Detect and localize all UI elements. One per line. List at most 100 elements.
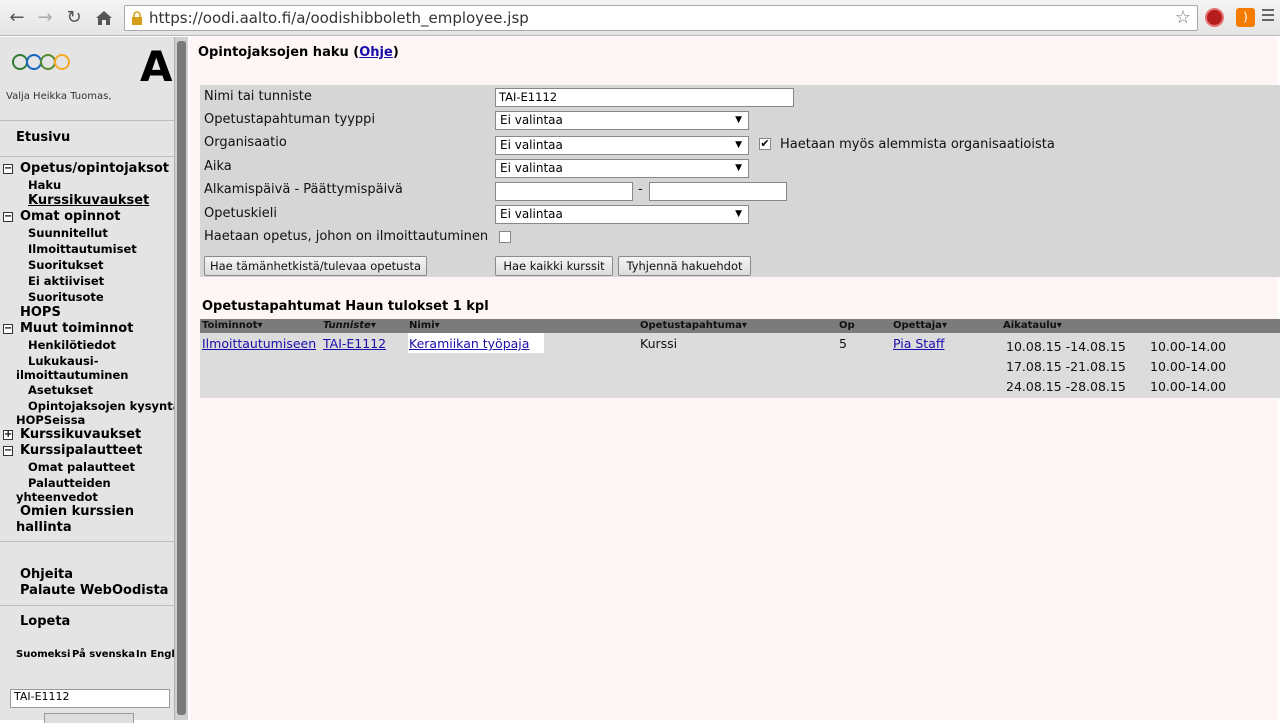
expand-icon[interactable]: + <box>3 430 13 440</box>
nav-logout[interactable]: Lopeta <box>20 614 70 629</box>
sidebar-search-input[interactable]: TAI-E1112 <box>10 689 170 708</box>
nav-section-course-descriptions[interactable]: Kurssikuvaukset <box>20 427 141 442</box>
divider <box>0 156 174 157</box>
home-icon[interactable] <box>92 6 116 30</box>
lang-select[interactable]: Ei valintaa ▼ <box>495 205 749 224</box>
course-name-link[interactable]: Keramiikan työpaja <box>409 336 529 351</box>
nav-section-other[interactable]: Muut toiminnot <box>20 321 133 336</box>
lock-icon <box>132 11 142 25</box>
sidebar: A Valja Heikka Tuomas, Etusivu − Opetus/… <box>0 37 188 723</box>
menu-icon[interactable] <box>1262 9 1274 24</box>
nav-section-own-studies[interactable]: Omat opinnot <box>20 209 120 224</box>
url-text: https://oodi.aalto.fi/a/oodishibboleth_e… <box>149 9 529 27</box>
schedule-time: 10.00-14.00 <box>1150 339 1227 354</box>
header-type[interactable]: Opetustapahtuma▾ <box>640 320 747 331</box>
header-credits[interactable]: Op <box>839 320 855 331</box>
nav-section-teaching[interactable]: Opetus/opintojaksot <box>20 161 169 176</box>
schedule-dates: 24.08.15 -28.08.15 <box>1006 379 1126 394</box>
dates-label: Alkamispäivä - Päättymispäivä <box>204 182 403 197</box>
nav-help[interactable]: Ohjeita <box>20 567 73 582</box>
nav-own-courses-cont[interactable]: hallinta <box>16 520 72 535</box>
nav-hops[interactable]: HOPS <box>20 305 61 320</box>
start-date-input[interactable] <box>495 182 633 201</box>
nav-item-registrations[interactable]: Ilmoittautumiset <box>28 242 137 256</box>
sub-orgs-label: Haetaan myös alemmista organisaatioista <box>780 137 1055 152</box>
scrollbar-thumb[interactable] <box>177 41 186 715</box>
collapse-icon[interactable]: − <box>3 164 13 174</box>
name-input[interactable]: TAI-E1112 <box>495 88 794 107</box>
nav-item-term-registration-cont[interactable]: ilmoittautuminen <box>16 368 128 382</box>
schedule-dates: 10.08.15 -14.08.15 <box>1006 339 1126 354</box>
course-code-link[interactable]: TAI-E1112 <box>323 336 386 351</box>
nav-front-page[interactable]: Etusivu <box>16 130 70 145</box>
address-bar[interactable]: https://oodi.aalto.fi/a/oodishibboleth_e… <box>124 5 1198 31</box>
reload-icon[interactable]: ↻ <box>62 6 86 30</box>
nav-item-feedback-summaries-cont[interactable]: yhteenvedot <box>16 490 98 504</box>
type-select[interactable]: Ei valintaa ▼ <box>495 111 749 130</box>
help-link[interactable]: Ohje <box>359 45 393 60</box>
nav-item-completions[interactable]: Suoritukset <box>28 258 103 272</box>
nav-feedback[interactable]: Palaute WebOodista <box>20 583 168 598</box>
collapse-icon[interactable]: − <box>3 212 13 222</box>
lang-english[interactable]: In Engli <box>136 649 174 660</box>
dropdown-arrow-icon: ▼ <box>735 140 742 150</box>
sub-orgs-checkbox[interactable]: ✔ <box>759 138 771 150</box>
register-link[interactable]: Ilmoittautumiseen <box>202 336 316 351</box>
dropdown-arrow-icon: ▼ <box>735 163 742 173</box>
collapse-icon[interactable]: − <box>3 324 13 334</box>
extension-icon[interactable] <box>1205 8 1224 27</box>
header-name[interactable]: Nimi▾ <box>409 320 440 331</box>
sidebar-scrollbar[interactable] <box>174 37 188 720</box>
course-type: Kurssi <box>640 336 678 351</box>
nav-item-course-descriptions[interactable]: Kurssikuvaukset <box>28 193 149 208</box>
header-schedule[interactable]: Aikataulu▾ <box>1003 320 1062 331</box>
sidebar-search-button[interactable] <box>44 713 134 723</box>
nav-item-feedback-summaries[interactable]: Palautteiden <box>28 476 111 490</box>
search-form: Nimi tai tunniste TAI-E1112 Opetustapaht… <box>200 85 1280 277</box>
nav-item-course-demand[interactable]: Opintojaksojen kysyntä <box>28 399 174 413</box>
search-current-button[interactable]: Hae tämänhetkistä/tulevaa opetusta <box>204 256 427 276</box>
end-date-input[interactable] <box>649 182 787 201</box>
nav-item-course-demand-cont[interactable]: HOPSeissa <box>16 413 85 427</box>
lang-finnish[interactable]: Suomeksi <box>16 649 70 660</box>
nav-item-transcript[interactable]: Suoritusote <box>28 290 104 304</box>
table-row: Ilmoittautumiseen TAI-E1112 Keramiikan t… <box>200 333 1280 398</box>
nav-item-term-registration[interactable]: Lukukausi- <box>28 354 99 368</box>
dropdown-arrow-icon: ▼ <box>735 115 742 125</box>
teacher-link[interactable]: Pia Staff <box>893 336 944 351</box>
nav-own-courses[interactable]: Omien kurssien <box>20 504 134 519</box>
enrolled-label: Haetaan opetus, johon on ilmoittautumine… <box>204 229 489 244</box>
nav-item-planned[interactable]: Suunnitellut <box>28 226 108 240</box>
user-name: Valja Heikka Tuomas, <box>6 91 112 102</box>
arrow-right-icon[interactable]: → <box>33 6 57 30</box>
schedule-dates: 17.08.15 -21.08.15 <box>1006 359 1126 374</box>
divider <box>0 120 174 121</box>
nav-section-course-feedback[interactable]: Kurssipalautteet <box>20 443 142 458</box>
org-select[interactable]: Ei valintaa ▼ <box>495 136 749 155</box>
search-all-button[interactable]: Hae kaikki kurssit <box>495 256 613 276</box>
schedule-time: 10.00-14.00 <box>1150 379 1227 394</box>
org-label: Organisaatio <box>204 135 287 150</box>
page-title: Opintojaksojen haku (Ohje) <box>198 45 399 60</box>
divider <box>0 541 174 542</box>
aalto-logo-letter: A <box>140 42 173 91</box>
arrow-left-icon[interactable]: ← <box>5 6 29 30</box>
time-select[interactable]: Ei valintaa ▼ <box>495 159 749 178</box>
collapse-icon[interactable]: − <box>3 446 13 456</box>
header-teacher[interactable]: Opettaja▾ <box>893 320 947 331</box>
header-code[interactable]: Tunniste▾ <box>323 320 376 331</box>
lang-swedish[interactable]: På svenska <box>72 649 135 660</box>
nav-item-inactive[interactable]: Ei aktiiviset <box>28 274 104 288</box>
nav-item-settings[interactable]: Asetukset <box>28 383 93 397</box>
divider <box>0 605 174 606</box>
enrolled-checkbox[interactable] <box>499 231 511 243</box>
nav-item-search[interactable]: Haku <box>28 178 61 192</box>
browser-toolbar: ← → ↻ https://oodi.aalto.fi/a/oodishibbo… <box>0 0 1280 36</box>
header-actions[interactable]: Toiminnot▾ <box>202 320 263 331</box>
rss-icon[interactable]: ) <box>1236 8 1255 27</box>
star-icon[interactable]: ☆ <box>1175 7 1191 28</box>
clear-button[interactable]: Tyhjennä hakuehdot <box>618 256 751 276</box>
nav-item-personal-info[interactable]: Henkilötiedot <box>28 338 116 352</box>
schedule-time: 10.00-14.00 <box>1150 359 1227 374</box>
nav-item-own-feedback[interactable]: Omat palautteet <box>28 460 135 474</box>
